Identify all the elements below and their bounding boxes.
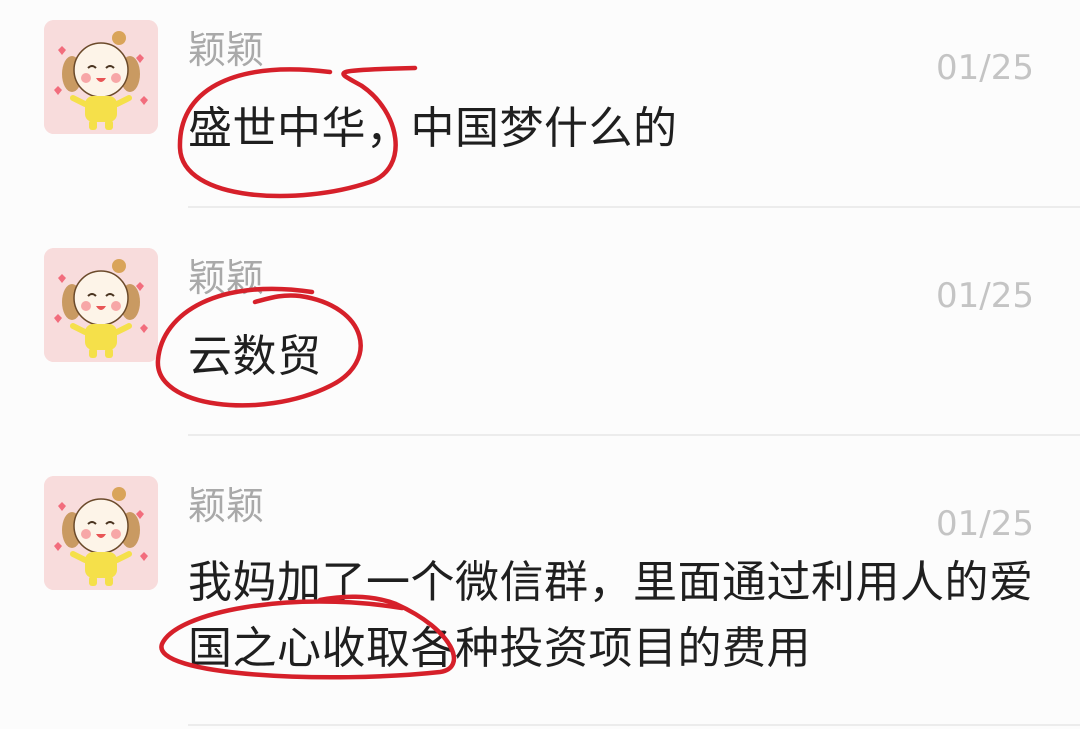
sender-name: 颖颖 (188, 28, 265, 72)
cartoon-dog-avatar-icon[interactable] (44, 20, 158, 134)
sender-name: 颖颖 (188, 256, 265, 300)
divider (188, 724, 1080, 726)
cartoon-dog-avatar-icon[interactable] (44, 248, 158, 362)
chat-message-list: 颖颖 01/25 盛世中华，中国梦什么的 颖颖 01/25 云数贸 颖颖 01/… (0, 0, 1080, 729)
message-text[interactable]: 云数贸 (188, 324, 1048, 390)
message-time: 01/25 (936, 48, 1034, 88)
chat-message-item[interactable]: 颖颖 01/25 云数贸 (0, 210, 1080, 438)
divider (188, 206, 1080, 208)
message-text[interactable]: 盛世中华，中国梦什么的 (188, 96, 1048, 162)
message-text[interactable]: 我妈加了一个微信群，里面通过利用人的爱国之心收取各种投资项目的费用 (188, 550, 1048, 682)
sender-name: 颖颖 (188, 484, 265, 528)
divider (188, 434, 1080, 436)
message-time: 01/25 (936, 504, 1034, 544)
chat-message-item[interactable]: 颖颖 01/25 我妈加了一个微信群，里面通过利用人的爱国之心收取各种投资项目的… (0, 438, 1080, 729)
chat-message-item[interactable]: 颖颖 01/25 盛世中华，中国梦什么的 (0, 0, 1080, 210)
cartoon-dog-avatar-icon[interactable] (44, 476, 158, 590)
message-time: 01/25 (936, 276, 1034, 316)
